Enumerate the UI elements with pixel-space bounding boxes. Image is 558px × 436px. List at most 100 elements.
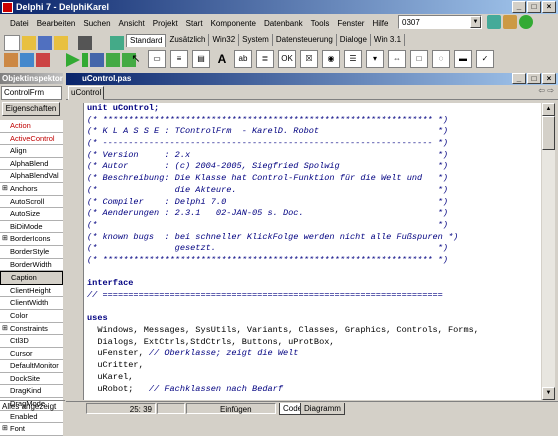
palette-tab-win32[interactable]: Win32: [209, 34, 240, 46]
palette-tab-zus-tzlich[interactable]: Zusätzlich: [166, 34, 210, 46]
property-row[interactable]: Action: [0, 120, 63, 133]
close-button[interactable]: ×: [542, 1, 556, 13]
view-unit-icon[interactable]: [78, 36, 92, 50]
tab-ucontrol[interactable]: uControl: [68, 86, 104, 100]
menu-komponente[interactable]: Komponente: [207, 19, 260, 28]
scroll-up-icon[interactable]: ▲: [542, 103, 555, 116]
property-row[interactable]: AlphaBlend: [0, 157, 63, 171]
code-area[interactable]: unit uControl; (* ***********************…: [84, 103, 541, 400]
radiogroup-icon[interactable]: ◌: [432, 50, 450, 68]
desktop-layout-combo[interactable]: 0307 ▼: [398, 15, 482, 29]
property-row[interactable]: BiDiMode: [0, 220, 63, 234]
palette-tab-dialoge[interactable]: Dialoge: [337, 34, 371, 46]
vertical-scrollbar[interactable]: ▲ ▼: [542, 103, 555, 400]
edit-icon[interactable]: ab: [234, 50, 252, 68]
palette-tab-system[interactable]: System: [239, 34, 273, 46]
tab-properties[interactable]: Eigenschaften: [2, 102, 60, 116]
label-icon[interactable]: A: [214, 51, 230, 67]
menu-tools[interactable]: Tools: [307, 19, 334, 28]
button-icon[interactable]: OK: [278, 50, 296, 68]
property-row[interactable]: DragKind: [0, 385, 63, 399]
property-row[interactable]: AlphaBlendVal: [0, 170, 63, 183]
expand-icon[interactable]: ⊞: [2, 183, 8, 195]
open-folder-icon[interactable]: [22, 36, 36, 50]
minimize-button[interactable]: _: [512, 1, 526, 13]
pointer-icon[interactable]: ↖: [128, 51, 144, 67]
expand-icon[interactable]: ⊞: [2, 233, 8, 245]
groupbox-icon[interactable]: □: [410, 50, 428, 68]
combobox-icon[interactable]: ▾: [366, 50, 384, 68]
set-debug-desktop-icon[interactable]: [503, 15, 517, 29]
editor-minimize-button[interactable]: _: [512, 73, 526, 84]
toggle-form-unit-icon[interactable]: [110, 36, 124, 50]
editor-close-button[interactable]: ×: [542, 73, 556, 84]
expand-icon[interactable]: ⊞: [2, 323, 8, 335]
popupmenu-icon[interactable]: ▤: [192, 50, 210, 68]
new-item-icon[interactable]: [4, 53, 18, 67]
menu-hilfe[interactable]: Hilfe: [368, 19, 392, 28]
save-icon[interactable]: [38, 36, 52, 50]
maximize-button[interactable]: □: [527, 1, 541, 13]
palette-tab-datensteuerung[interactable]: Datensteuerung: [273, 34, 337, 46]
remove-file-icon[interactable]: [36, 53, 50, 67]
frames-icon[interactable]: ▭: [148, 50, 166, 68]
property-row[interactable]: ⊞ Font: [0, 423, 63, 436]
new-file-icon[interactable]: [4, 35, 20, 51]
property-row[interactable]: ⊞ Constraints: [0, 322, 63, 336]
nav-arrows[interactable]: ⇦ ⇨: [538, 86, 554, 95]
add-file-icon[interactable]: [20, 53, 34, 67]
property-row[interactable]: ⊞ BorderIcons: [0, 233, 63, 246]
scroll-thumb[interactable]: [542, 116, 555, 150]
menu-bearbeiten[interactable]: Bearbeiten: [33, 19, 80, 28]
palette-tab-standard[interactable]: Standard: [126, 34, 167, 47]
property-row[interactable]: Ctl3D: [0, 335, 63, 348]
trace-into-icon[interactable]: [106, 53, 120, 67]
mainmenu-icon[interactable]: ≡: [170, 50, 188, 68]
listbox-icon[interactable]: ☰: [344, 50, 362, 68]
menu-suchen[interactable]: Suchen: [79, 19, 114, 28]
property-row[interactable]: ClientHeight: [0, 284, 63, 298]
property-row[interactable]: Caption: [0, 271, 63, 285]
menu-datei[interactable]: Datei: [6, 19, 33, 28]
property-row[interactable]: Color: [0, 309, 63, 323]
back-arrow-icon[interactable]: ⇦: [538, 86, 545, 95]
property-row[interactable]: ⊞ Anchors: [0, 182, 63, 196]
property-row[interactable]: AutoScroll: [0, 195, 63, 209]
checkbox-icon[interactable]: ☒: [300, 50, 318, 68]
menu-projekt[interactable]: Projekt: [149, 19, 182, 28]
scroll-down-icon[interactable]: ▼: [542, 387, 555, 400]
expand-icon[interactable]: ⊞: [2, 423, 8, 435]
palette-tab-win-3-1[interactable]: Win 3.1: [371, 34, 406, 46]
property-row[interactable]: AutoSize: [0, 208, 63, 221]
editor-gutter[interactable]: [69, 103, 84, 400]
scrollbar-icon[interactable]: ⇔: [388, 50, 406, 68]
property-row[interactable]: ClientWidth: [0, 297, 63, 310]
run-icon[interactable]: [66, 53, 80, 67]
radiobutton-icon[interactable]: ◉: [322, 50, 340, 68]
editor-maximize-button[interactable]: □: [527, 73, 541, 84]
save-desktop-icon[interactable]: [487, 15, 501, 29]
object-selector-combo[interactable]: ControlFrm: [1, 86, 62, 100]
property-row[interactable]: DefaultMonitor: [0, 360, 63, 373]
property-row[interactable]: BorderWidth: [0, 258, 63, 272]
menu-fenster[interactable]: Fenster: [333, 19, 368, 28]
property-row[interactable]: BorderStyle: [0, 245, 63, 259]
property-row[interactable]: DockSite: [0, 372, 63, 386]
property-row[interactable]: Align: [0, 145, 63, 158]
menu-start[interactable]: Start: [182, 19, 207, 28]
memo-icon[interactable]: ≣: [256, 50, 274, 68]
chevron-down-icon[interactable]: ▼: [470, 16, 481, 28]
property-row[interactable]: ActiveControl: [0, 132, 63, 146]
menu-datenbank[interactable]: Datenbank: [260, 19, 307, 28]
run-icon[interactable]: [519, 15, 533, 29]
property-row[interactable]: Cursor: [0, 347, 63, 361]
forward-arrow-icon[interactable]: ⇨: [547, 86, 554, 95]
actionlist-icon[interactable]: ✓: [476, 50, 494, 68]
panel-icon[interactable]: ▬: [454, 50, 472, 68]
open-project-icon[interactable]: [54, 36, 68, 50]
menu-ansicht[interactable]: Ansicht: [115, 19, 149, 28]
run-dropdown-icon[interactable]: [82, 53, 88, 67]
tab-diagram[interactable]: Diagramm: [300, 403, 345, 415]
pause-icon[interactable]: [90, 53, 104, 67]
editor-title: uControl.pas: [82, 74, 132, 83]
